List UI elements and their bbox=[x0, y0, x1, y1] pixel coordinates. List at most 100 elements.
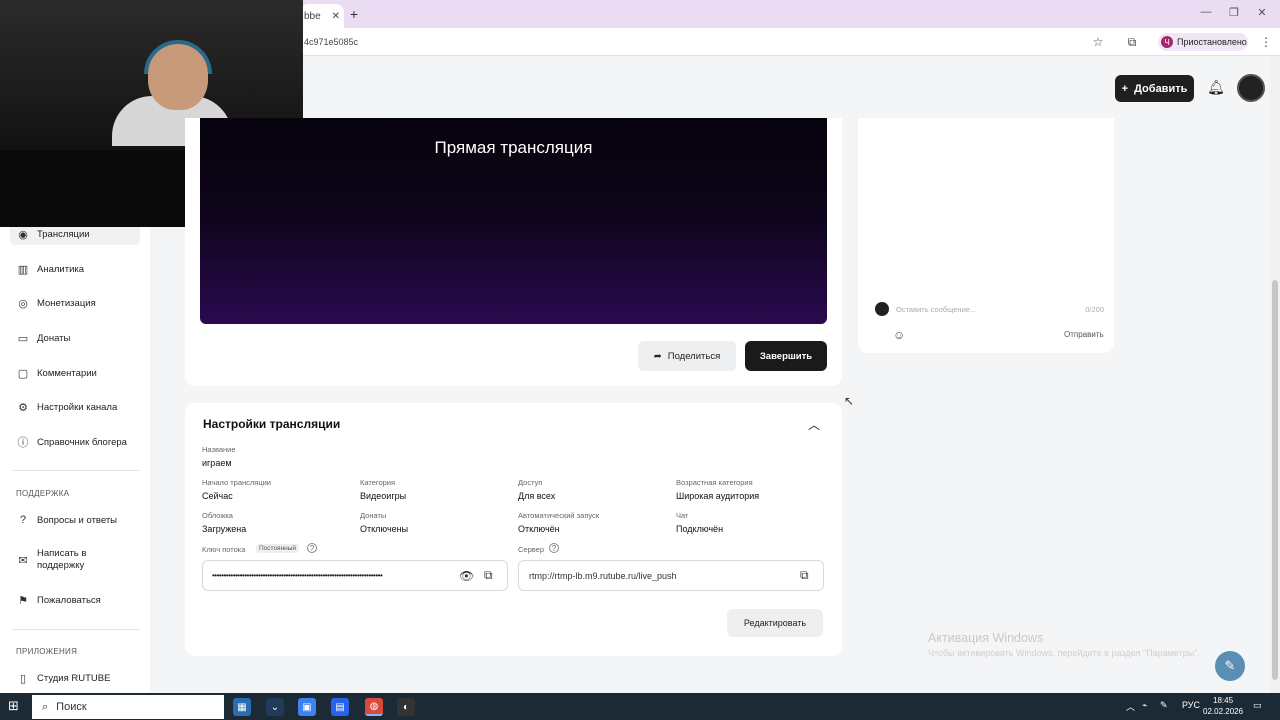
add-button-label: Добавить bbox=[1134, 82, 1188, 95]
app-icon[interactable]: ▣ bbox=[298, 698, 316, 716]
sidebar-item-comments[interactable]: ▢ Комментарии bbox=[10, 362, 140, 384]
sidebar-item-label: Пожаловаться bbox=[37, 594, 101, 606]
close-window-icon[interactable]: ✕ bbox=[1254, 6, 1270, 19]
coins-icon: ◎ bbox=[18, 297, 28, 310]
gear-icon: ⚙ bbox=[18, 401, 28, 414]
pen-icon[interactable]: ✎ bbox=[1160, 700, 1168, 711]
sidebar-item-channel-settings[interactable]: ⚙ Настройки канала bbox=[10, 396, 140, 418]
chat-char-counter: 0/200 bbox=[1085, 305, 1104, 314]
sidebar-item-faq[interactable]: ? Вопросы и ответы bbox=[10, 509, 140, 531]
scrollbar-thumb[interactable] bbox=[1272, 280, 1278, 680]
windows-activation-text: Чтобы активировать Windows, перейдите в … bbox=[928, 648, 1200, 658]
sidebar-item-label: Написать в поддержку bbox=[37, 548, 87, 571]
field-label: Автоматический запуск bbox=[518, 511, 600, 520]
user-avatar[interactable] bbox=[1237, 74, 1265, 102]
field-value: Широкая аудитория bbox=[676, 491, 760, 501]
clock-time: 18:45 bbox=[1213, 696, 1234, 705]
stream-key-masked: ••••••••••••••••••••••••••••••••••••••••… bbox=[212, 571, 383, 580]
gift-icon: ▭ bbox=[17, 332, 29, 345]
sidebar-divider bbox=[12, 470, 140, 471]
sidebar-item-label: Монетизация bbox=[37, 297, 96, 309]
tray-chevron-icon[interactable]: ︿ bbox=[1126, 700, 1135, 713]
player-title: Прямая трансляция bbox=[434, 138, 593, 157]
bell-icon[interactable]: 🔔︎ bbox=[1207, 79, 1225, 97]
field-value: Для всех bbox=[518, 491, 556, 501]
help-icon[interactable]: ? bbox=[307, 543, 317, 553]
sidebar-item-label: Донаты bbox=[37, 332, 71, 344]
stream-key-label: Ключ потока bbox=[202, 545, 246, 554]
language-indicator[interactable]: РУС bbox=[1182, 700, 1200, 710]
field-value: Подключён bbox=[676, 524, 724, 534]
sidebar-divider bbox=[12, 629, 140, 630]
sidebar-item-contact-support[interactable]: ✉ Написать в поддержку bbox=[10, 546, 140, 574]
taskbar-clock[interactable]: 18:45 02.02.2026 bbox=[1203, 695, 1243, 717]
mouse-cursor-icon: ↖ bbox=[844, 394, 855, 408]
chat-placeholder: Оставить сообщение... bbox=[896, 305, 977, 314]
edit-button[interactable]: Редактировать bbox=[727, 609, 823, 637]
profile-button[interactable]: Ч Приостановлено bbox=[1158, 33, 1248, 51]
chat-message-input[interactable]: Оставить сообщение... 0/200 bbox=[896, 305, 1104, 319]
sidebar-item-donations[interactable]: ▭ Донаты bbox=[10, 327, 140, 349]
sidebar-item-rutube-studio[interactable]: ▯ Студия RUTUBE bbox=[10, 667, 140, 689]
support-chat-icon[interactable]: ✎ bbox=[1215, 651, 1245, 681]
emoji-icon[interactable]: ☺ bbox=[893, 328, 905, 342]
copy-icon[interactable]: ⧉ bbox=[800, 568, 809, 583]
browser-tab[interactable]: bbe ✕ bbox=[300, 4, 344, 28]
obs-icon[interactable]: ◐ bbox=[397, 698, 415, 716]
store-icon[interactable]: ▦ bbox=[233, 698, 251, 716]
network-icon[interactable]: ⌁ bbox=[1142, 700, 1147, 711]
chat-send-button[interactable]: Отправить bbox=[1064, 330, 1104, 339]
notifications-icon[interactable]: ▭ bbox=[1253, 700, 1262, 711]
field-value: Отключены bbox=[360, 524, 409, 534]
new-tab-icon[interactable]: + bbox=[346, 6, 362, 22]
profile-status: Приостановлено bbox=[1177, 37, 1247, 47]
field-label: Возрастная категория bbox=[676, 478, 753, 487]
flag-icon: ⚑ bbox=[18, 594, 28, 607]
sidebar-item-label: Комментарии bbox=[37, 367, 97, 379]
browser-menu-icon[interactable]: ⋮ bbox=[1258, 35, 1274, 49]
field-value: Отключён bbox=[518, 524, 560, 534]
sidebar-item-label: Справочник блогера bbox=[37, 436, 127, 448]
chevron-up-icon[interactable]: ︿ bbox=[808, 416, 820, 433]
restore-icon[interactable]: ❐ bbox=[1226, 6, 1242, 19]
help-icon[interactable]: ? bbox=[549, 543, 559, 553]
sidebar-item-monetization[interactable]: ◎ Монетизация bbox=[10, 292, 140, 314]
bookmark-star-icon[interactable]: ☆ bbox=[1090, 35, 1106, 49]
field-label: Доступ bbox=[518, 478, 543, 487]
chevron-down-icon[interactable]: ⌄ bbox=[266, 698, 284, 716]
taskbar-search[interactable]: ⌕ Поиск bbox=[32, 695, 224, 719]
chrome-icon[interactable]: ◍ bbox=[365, 698, 383, 716]
eye-icon[interactable]: 👁︎ bbox=[459, 569, 474, 583]
url-text[interactable]: 4c971e5085c bbox=[304, 37, 358, 47]
field-label: Начало трансляции bbox=[202, 478, 271, 487]
sidebar-section-apps: ПРИЛОЖЕНИЯ bbox=[16, 647, 78, 656]
sidebar-item-report[interactable]: ⚑ Пожаловаться bbox=[10, 589, 140, 611]
permanent-badge: Постоянный bbox=[256, 544, 300, 553]
mail-icon: ✉ bbox=[18, 554, 28, 567]
minimize-icon[interactable]: — bbox=[1198, 6, 1214, 18]
share-button[interactable]: ➦ Поделиться bbox=[638, 341, 736, 371]
settings-title: Настройки трансляции bbox=[203, 417, 341, 431]
add-button[interactable]: + Добавить bbox=[1115, 75, 1194, 102]
sidebar-item-label: Настройки канала bbox=[37, 401, 118, 413]
server-label: Сервер bbox=[518, 545, 545, 554]
windows-start-icon[interactable]: ⊞ bbox=[8, 698, 19, 714]
sidebar-item-label: Вопросы и ответы bbox=[37, 514, 118, 526]
plus-icon: + bbox=[1121, 82, 1129, 95]
copy-icon[interactable]: ⧉ bbox=[484, 568, 493, 583]
taskbar-search-label: Поиск bbox=[56, 701, 87, 713]
chart-icon: ▥ bbox=[17, 263, 29, 276]
field-value: Загружена bbox=[202, 524, 247, 534]
explorer-icon[interactable]: ▤ bbox=[331, 698, 349, 716]
sidebar-item-analytics[interactable]: ▥ Аналитика bbox=[10, 258, 140, 280]
sidebar-item-label: Трансляции bbox=[37, 228, 90, 240]
chat-user-avatar bbox=[875, 302, 889, 316]
close-tab-icon[interactable]: ✕ bbox=[332, 11, 340, 22]
field-label: Обложка bbox=[202, 511, 233, 520]
sidebar-section-support: ПОДДЕРЖКА bbox=[16, 489, 70, 498]
extensions-icon[interactable]: ⧉ bbox=[1124, 35, 1140, 50]
sidebar-item-blogger-guide[interactable]: ⓘ Справочник блогера bbox=[10, 431, 140, 453]
field-label: Чат bbox=[676, 511, 689, 520]
end-stream-button[interactable]: Завершить bbox=[745, 341, 827, 371]
comment-icon: ▢ bbox=[17, 367, 29, 380]
